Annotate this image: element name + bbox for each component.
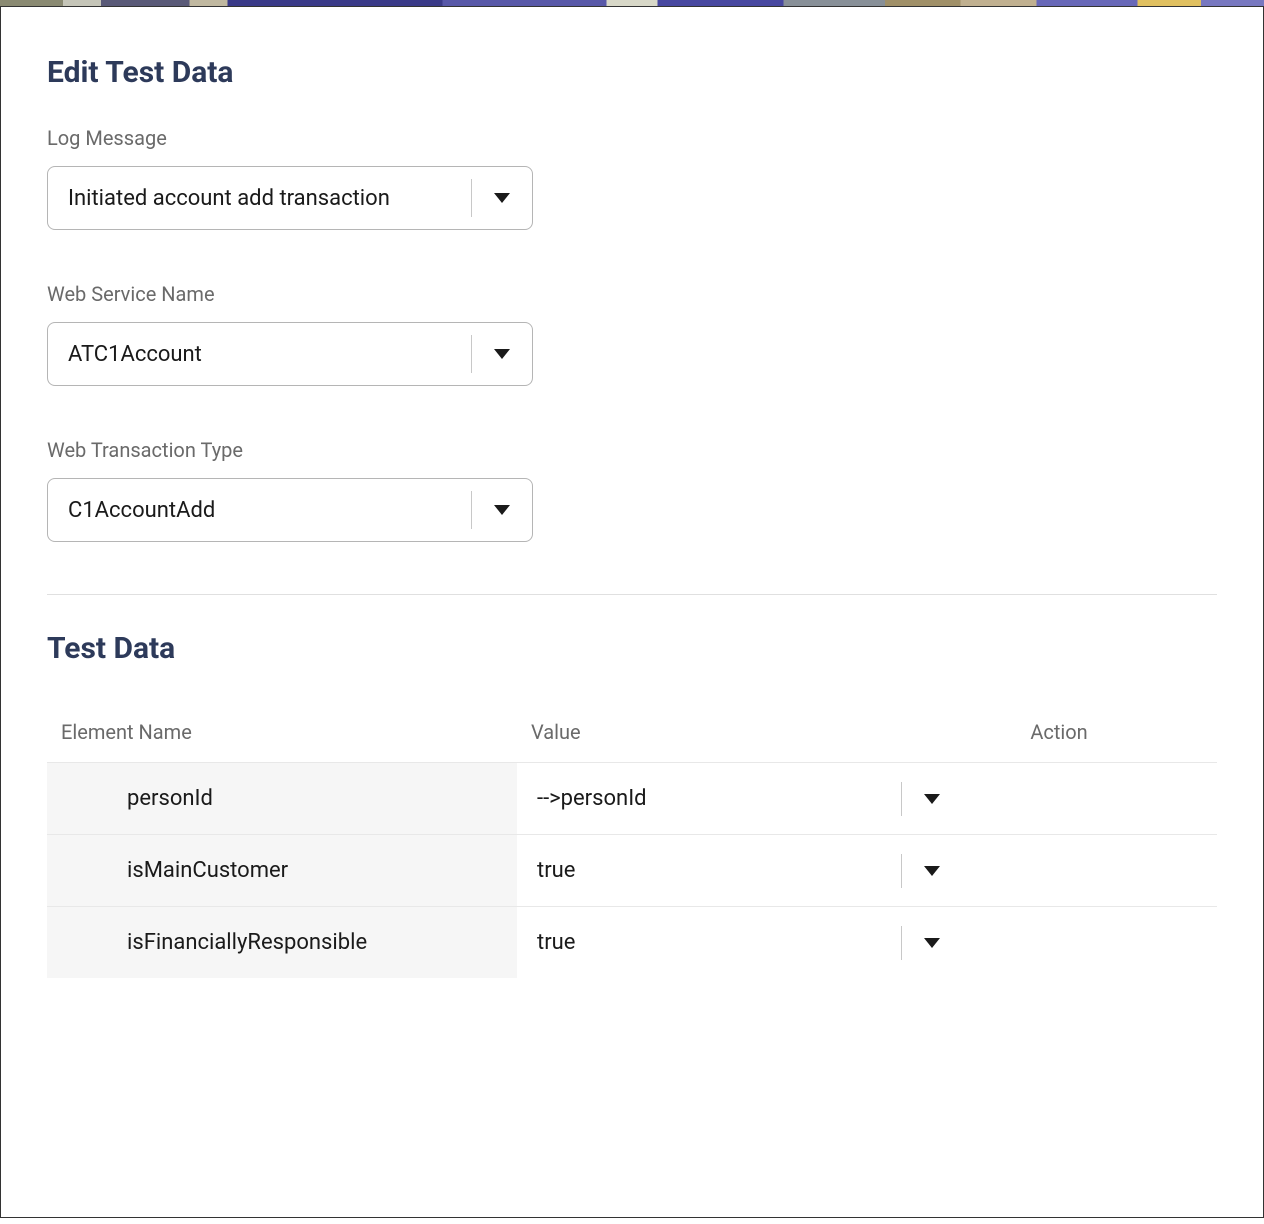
web-service-name-field-group: Web Service Name ATC1Account xyxy=(47,282,1217,386)
cell-action xyxy=(887,850,1217,892)
action-divider xyxy=(901,782,902,816)
header-element-name: Element Name xyxy=(61,720,531,744)
cell-value: -->personId xyxy=(517,786,887,811)
web-service-name-label: Web Service Name xyxy=(47,282,1217,306)
caret-down-icon xyxy=(494,505,510,515)
cell-action xyxy=(887,922,1217,964)
cell-element-name: isFinanciallyResponsible xyxy=(47,907,517,978)
table-row: isMainCustomer true xyxy=(47,834,1217,906)
row-action-dropdown[interactable] xyxy=(901,850,940,892)
web-service-name-value: ATC1Account xyxy=(48,342,471,367)
cell-action xyxy=(887,778,1217,820)
section-divider xyxy=(47,594,1217,595)
log-message-select[interactable]: Initiated account add transaction xyxy=(47,166,533,230)
web-transaction-type-select[interactable]: C1AccountAdd xyxy=(47,478,533,542)
web-transaction-type-field-group: Web Transaction Type C1AccountAdd xyxy=(47,438,1217,542)
web-service-name-select[interactable]: ATC1Account xyxy=(47,322,533,386)
header-value: Value xyxy=(531,720,901,744)
test-data-table: Element Name Value Action personId -->pe… xyxy=(47,702,1217,978)
caret-down-icon xyxy=(924,866,940,876)
caret-down-icon xyxy=(494,193,510,203)
web-transaction-type-value: C1AccountAdd xyxy=(48,498,471,523)
table-header-row: Element Name Value Action xyxy=(47,702,1217,762)
edit-test-data-panel: Edit Test Data Log Message Initiated acc… xyxy=(0,6,1264,1218)
table-row: isFinanciallyResponsible true xyxy=(47,906,1217,978)
caret-down-icon xyxy=(494,349,510,359)
action-divider xyxy=(901,854,902,888)
web-transaction-type-label: Web Transaction Type xyxy=(47,438,1217,462)
table-row: personId -->personId xyxy=(47,762,1217,834)
action-divider xyxy=(901,926,902,960)
caret-down-icon xyxy=(924,938,940,948)
row-action-dropdown[interactable] xyxy=(901,922,940,964)
log-message-label: Log Message xyxy=(47,126,1217,150)
test-data-title: Test Data xyxy=(47,631,1217,666)
edit-test-data-title: Edit Test Data xyxy=(47,55,1217,90)
log-message-value: Initiated account add transaction xyxy=(48,186,471,211)
cell-element-name: isMainCustomer xyxy=(47,835,517,906)
row-action-dropdown[interactable] xyxy=(901,778,940,820)
header-action: Action xyxy=(901,720,1217,744)
web-service-name-dropdown-toggle[interactable] xyxy=(472,349,532,359)
log-message-dropdown-toggle[interactable] xyxy=(472,193,532,203)
cell-value: true xyxy=(517,858,887,883)
cell-value: true xyxy=(517,930,887,955)
log-message-field-group: Log Message Initiated account add transa… xyxy=(47,126,1217,230)
web-transaction-type-dropdown-toggle[interactable] xyxy=(472,505,532,515)
cell-element-name: personId xyxy=(47,763,517,834)
caret-down-icon xyxy=(924,794,940,804)
